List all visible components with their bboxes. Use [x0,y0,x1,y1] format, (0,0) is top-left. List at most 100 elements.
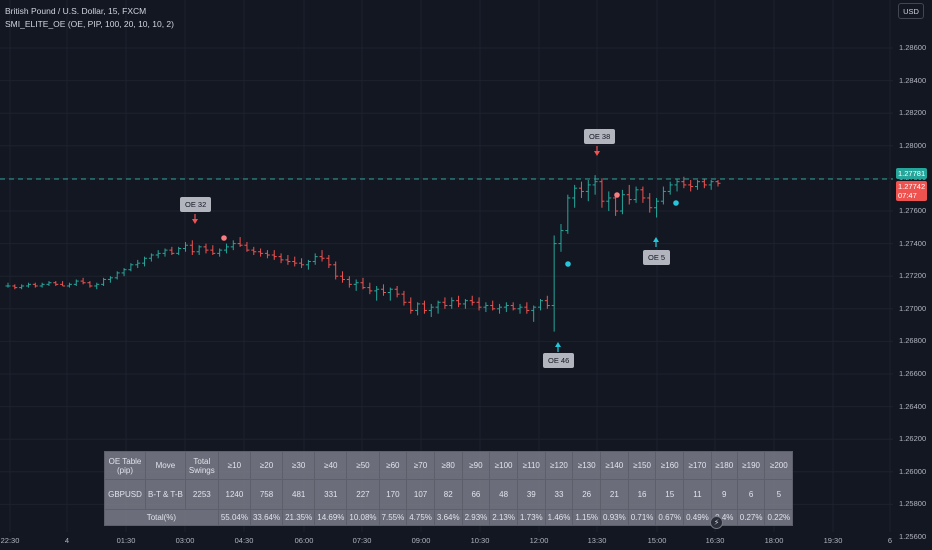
candle [469,295,475,306]
table-cell: 481 [282,479,316,510]
candle [387,287,393,301]
time-axis-label: 13:30 [587,536,607,545]
time-axis-label: 06:00 [294,536,314,545]
table-header-cell: ≥20 [249,451,284,480]
candle [531,305,537,322]
time-axis-label: 4 [64,536,70,545]
bar-countdown: 07:47 [898,191,917,200]
time-axis[interactable]: 22:30 4 01:30 03:00 04:30 06:00 07:30 09:00 10:3… [0,532,932,550]
table-cell: 1240 [217,479,251,510]
candle [647,193,653,213]
candle [19,284,25,290]
time-axis-label: 07:30 [352,536,372,545]
table-cell: 48 [489,479,518,510]
signal-dot [614,192,620,198]
price-axis-label: 1.26200 [899,434,927,444]
candle [46,281,52,286]
signal-dot [221,235,227,241]
candle [128,263,134,272]
price-axis-label: 1.28600 [899,43,927,52]
price-axis-label: 1.28200 [899,108,927,118]
candle [380,284,386,296]
table-cell: 14.69% [314,509,348,526]
candle [674,178,680,192]
price-axis-label: 1.27000 [899,303,927,313]
arrow-up-icon [555,342,561,352]
candle [408,297,414,314]
candle [346,276,352,288]
candle [442,297,448,309]
candle [503,302,509,313]
table-header-cell: ≥140 [600,451,629,480]
table-header-cell: ≥200 [764,451,794,480]
table-cell: 2.93% [461,509,491,526]
table-header-row: OE Table (pip) Move Total Swings ≥10 ≥20 ≥30 ≥… [104,451,794,480]
oe-table: OE Table (pip) Move Total Swings ≥10 ≥20 ≥30 ≥… [104,451,794,526]
price-axis-label: 1.26000 [899,466,927,476]
candle [565,194,571,234]
time-axis-label: 16:30 [705,536,725,545]
table-cell: 4.75% [406,509,435,526]
table-header-cell: OE Table (pip) [104,451,146,480]
candle [326,255,332,269]
indicator-title[interactable]: SMI_ELITE_OE (OE, PIP, 100, 20, 10, 10, … [5,18,174,31]
table-cell: 33.64% [249,509,284,526]
table-cell: 21 [600,479,629,510]
table-header-cell: ≥120 [544,451,574,480]
price-axis[interactable]: 1.286001.284001.282001.280001.278001.276… [893,0,932,550]
signal-dot [565,261,571,267]
candle [210,245,216,256]
candle [264,250,270,259]
table-cell: 107 [406,479,435,510]
arrow-down-icon [594,146,600,156]
candle [292,256,298,267]
candle [107,276,113,283]
lightning-icon[interactable]: ⚡ [710,516,723,529]
table-cell: GBPUSD [104,479,146,510]
table-header-cell: ≥90 [461,451,491,480]
table-cell: 10.08% [346,509,380,526]
price-axis-label: 1.26800 [899,336,927,346]
candle [524,302,530,314]
candle [435,300,441,314]
candle [660,186,666,205]
candle [428,303,434,317]
candle [640,186,646,203]
table-cell: 758 [249,479,284,510]
table-header-cell: Total Swings [184,451,219,480]
candle [251,246,257,256]
table-cell: 170 [378,479,408,510]
table-cell: 2253 [184,479,219,510]
candle [401,290,407,306]
price-axis-label: 1.26400 [899,401,927,411]
candle [25,282,31,288]
candle [367,282,373,295]
candle [142,256,148,267]
candle [688,180,694,192]
table-header-cell: ≥80 [433,451,463,480]
candle [462,299,468,309]
price-axis-label: 1.25800 [899,499,927,509]
candle [148,253,154,262]
table-header-cell: ≥130 [572,451,602,480]
currency-button[interactable]: USD [898,3,924,19]
candle [633,186,639,203]
symbol-title[interactable]: British Pound / U.S. Dollar, 15, FXCM [5,5,174,18]
candle [483,302,489,313]
table-header-cell: ≥60 [378,451,408,480]
marker-oe5: OE 5 [643,250,671,265]
candle [217,248,223,257]
time-axis-label: 6 [887,536,893,545]
candle [715,180,721,187]
table-cell: 82 [433,479,463,510]
table-header-cell: ≥30 [282,451,316,480]
table-header-cell: ≥180 [710,451,738,480]
candle [312,253,318,265]
candle [162,248,168,257]
candle [333,261,339,280]
candle [456,295,462,308]
candle [230,240,236,251]
candle [60,281,66,287]
candle [94,282,100,290]
candle [73,279,79,286]
